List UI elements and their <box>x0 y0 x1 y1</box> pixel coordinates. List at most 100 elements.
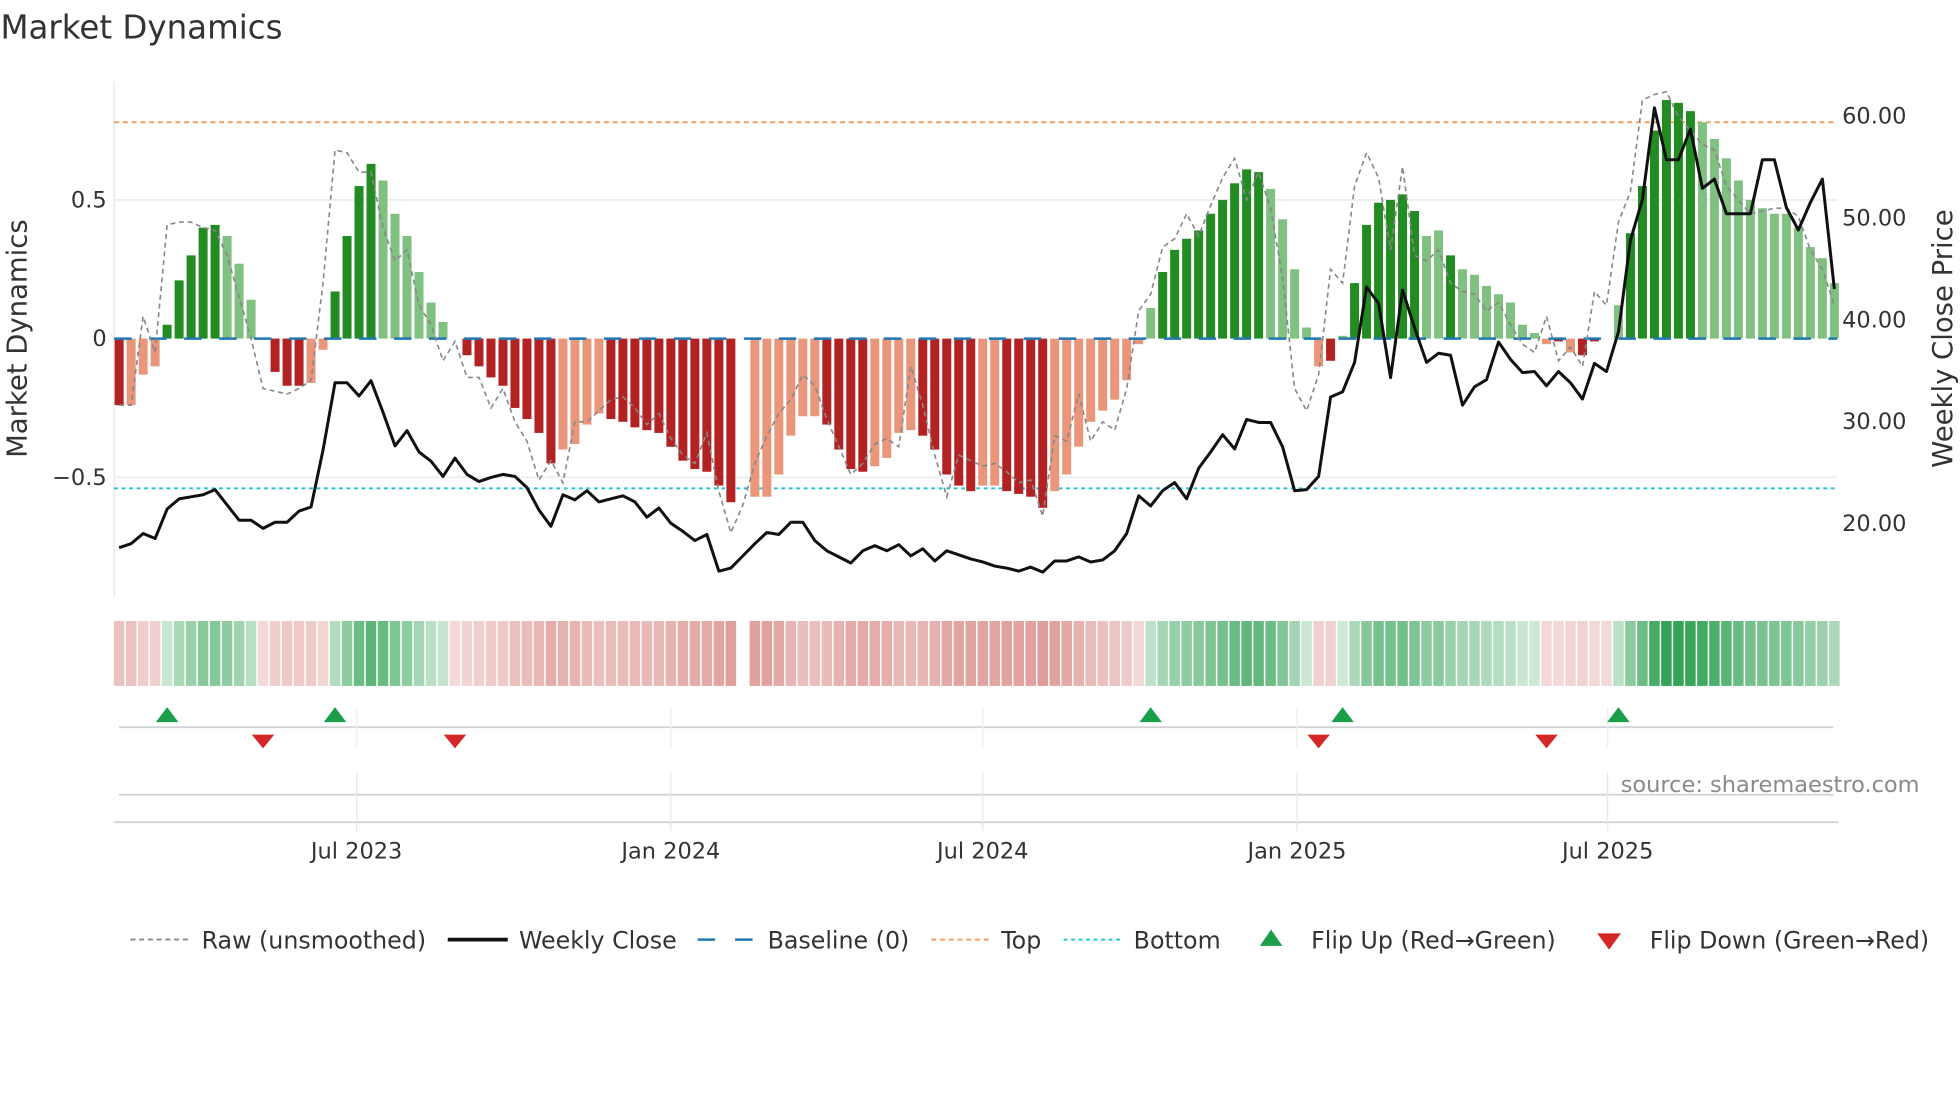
regime-strip-cell <box>497 620 509 686</box>
regime-strip-cell <box>1769 620 1780 686</box>
dynamics-bar <box>378 180 388 339</box>
legend-flip-down-icon <box>1597 933 1621 950</box>
dynamics-bar <box>1757 208 1767 339</box>
regime-strip-cell <box>281 620 293 686</box>
regime-strip-cell <box>953 620 965 686</box>
dynamics-bar <box>1302 327 1312 339</box>
dynamics-bar <box>486 338 496 378</box>
regime-strip-cell <box>1697 620 1708 686</box>
regime-strip-cell <box>1253 620 1264 686</box>
regime-strip-cell <box>473 620 485 686</box>
regime-strip-cell <box>1157 620 1168 686</box>
regime-strip-cell <box>869 620 881 686</box>
dynamics-bar <box>198 227 208 339</box>
dynamics-bar <box>1158 272 1168 339</box>
dynamics-bar <box>162 324 172 339</box>
dynamics-bar <box>1709 138 1719 339</box>
dynamics-bar <box>966 338 976 492</box>
y-right-tick-label: 50.00 <box>1842 206 1906 232</box>
dynamics-bar <box>1362 224 1372 339</box>
dynamics-bar <box>1805 247 1815 339</box>
flip-down-marker <box>1535 734 1558 749</box>
regime-strip-cell <box>941 620 953 686</box>
regime-strip-cell <box>1421 620 1432 686</box>
dynamics-bar <box>186 255 196 339</box>
regime-strip-cell <box>1481 620 1492 686</box>
dynamics-bar <box>714 338 724 486</box>
market-dynamics-chart: Market Dynamics 0.5 0 −0.5 60.00 50.00 40.00 3… <box>0 9 1959 955</box>
dynamics-bar <box>1530 333 1539 339</box>
dynamics-bar <box>810 338 820 417</box>
regime-strip-cell <box>809 620 821 686</box>
regime-strip-cell <box>533 620 545 686</box>
dynamics-bar <box>1518 324 1528 339</box>
dynamics-bar <box>630 338 640 428</box>
regime-strip-cell <box>1541 620 1552 686</box>
regime-strip-cell <box>1277 620 1288 686</box>
regime-strip-cell <box>1493 620 1504 686</box>
bars-layer <box>114 100 1839 508</box>
regime-strip-cell <box>161 620 173 686</box>
dynamics-bar <box>618 338 628 422</box>
regime-strip-cell <box>149 620 161 686</box>
dynamics-bar <box>414 272 424 339</box>
regime-strip-cell <box>209 620 221 686</box>
y-tick-label: −0.5 <box>52 465 107 491</box>
x-tick-label: Jan 2024 <box>619 838 720 864</box>
dynamics-bar <box>1218 199 1228 339</box>
dynamics-bar <box>546 338 556 464</box>
dynamics-bar <box>1386 199 1396 339</box>
dynamics-bar <box>510 338 520 408</box>
flip-up-marker <box>155 707 179 723</box>
regime-strip-cell <box>305 620 317 686</box>
dynamics-bar <box>870 338 880 467</box>
dynamics-bar <box>1146 308 1156 339</box>
dynamics-bar <box>1002 338 1012 492</box>
regime-strip-cell <box>1637 620 1648 686</box>
dynamics-bar <box>1458 269 1468 339</box>
x-tick-label: Jan 2025 <box>1246 838 1347 864</box>
regime-strip-cell <box>1433 620 1444 686</box>
legend-label: Weekly Close <box>519 926 677 954</box>
regime-strip-cell <box>1109 620 1120 686</box>
regime-strip-cell <box>1265 620 1276 686</box>
regime-strip-cell <box>269 620 281 686</box>
dynamics-bar <box>1110 338 1120 400</box>
regime-strip-cell <box>665 620 677 686</box>
regime-strip-cell <box>1097 620 1108 686</box>
regime-strip-cell <box>509 620 521 686</box>
legend-label: Flip Up (Red→Green) <box>1311 926 1556 954</box>
dynamics-bar <box>1422 235 1432 339</box>
regime-strip-cell <box>341 620 353 686</box>
regime-strip-cell <box>1685 620 1696 686</box>
regime-strip-cell <box>413 620 425 686</box>
dynamics-bar <box>1182 238 1192 339</box>
dynamics-bar <box>318 338 328 350</box>
regime-strip-cell <box>173 620 185 686</box>
regime-strip-cell <box>1001 620 1012 686</box>
y-axis-label-left: Market Dynamics <box>2 219 34 458</box>
regime-strip-cell <box>1289 620 1300 686</box>
dynamics-bar <box>270 338 280 372</box>
regime-strip-cell <box>1565 620 1576 686</box>
dynamics-bar <box>1314 338 1324 367</box>
dynamics-bar <box>1781 213 1791 339</box>
dynamics-bar <box>222 235 232 339</box>
regime-strip-cell <box>1793 620 1804 686</box>
dynamics-bar <box>1026 338 1036 497</box>
y-right-tick-label: 20.00 <box>1842 511 1906 537</box>
regime-strip-cell <box>713 620 725 686</box>
flip-down-marker <box>443 734 467 749</box>
x-tick-label: Jul 2024 <box>935 838 1028 864</box>
dynamics-bar <box>1506 302 1516 339</box>
legend: Raw (unsmoothed) Weekly Close Baseline (0)… <box>130 926 1929 954</box>
regime-strip-cell <box>557 620 569 686</box>
dynamics-bar <box>1721 158 1731 339</box>
dynamics-bar <box>474 338 484 367</box>
regime-strip-cell <box>1085 620 1096 686</box>
regime-strip-cell <box>485 620 497 686</box>
dynamics-bar <box>582 338 592 425</box>
dynamics-bar <box>558 338 568 450</box>
dynamics-bar <box>942 338 952 475</box>
regime-strip-cell <box>1757 620 1768 686</box>
